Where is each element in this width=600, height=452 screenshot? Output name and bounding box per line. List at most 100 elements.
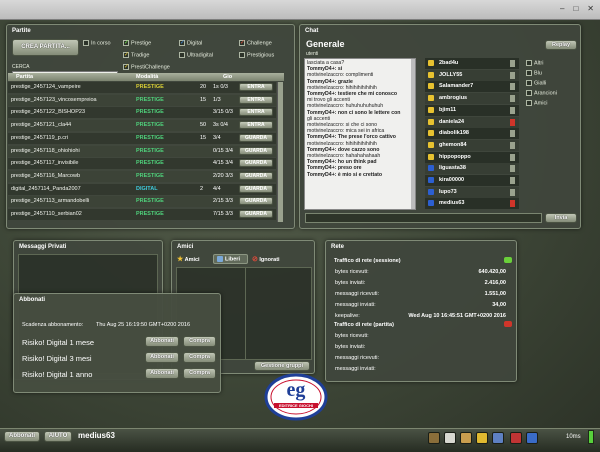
buy-button[interactable]: Compra — [183, 352, 216, 363]
user-name: Salamander7 — [439, 83, 474, 90]
dice-icon — [428, 153, 434, 160]
user-row[interactable]: hippopoppo — [425, 151, 519, 163]
dice-icon — [428, 130, 434, 137]
stat-label: messaggi inviati: — [335, 366, 376, 372]
table-row[interactable]: prestige_2457119_p.cri PRESTIGE 15 3/4 GUARD… — [8, 132, 276, 144]
user-row[interactable]: Salamander7 — [425, 81, 519, 93]
row-action-button[interactable]: ENTRA — [239, 83, 273, 91]
signal-bar — [588, 430, 594, 444]
filter-prestigious[interactable]: Prestigious — [239, 52, 274, 58]
user-filter-item[interactable]: Gialli — [526, 80, 546, 86]
replay-button[interactable]: Replay — [545, 40, 577, 50]
row-action-button[interactable]: GUARDA — [239, 171, 273, 180]
help-button[interactable]: AIUTO — [44, 431, 72, 442]
user-filter-item[interactable]: Altri — [526, 60, 543, 66]
checkbox-icon — [526, 80, 532, 86]
trophy-icon[interactable] — [476, 432, 488, 444]
user-row[interactable]: diabolik198 — [425, 128, 519, 140]
subscribe-button[interactable]: Abbonati — [145, 352, 179, 363]
row-action-button[interactable]: GUARDA — [239, 146, 273, 155]
table-row[interactable]: prestige_2457117_invisibile PRESTIGE 4/15 … — [8, 158, 276, 170]
tab-liberi[interactable]: Liberi — [213, 254, 248, 264]
create-game-button[interactable]: CREA PARTITA... — [12, 39, 79, 56]
buy-button[interactable]: Compra — [183, 368, 216, 379]
people-icon[interactable] — [460, 432, 472, 444]
close-icon[interactable]: ✕ — [587, 4, 594, 13]
tab-amici[interactable]: ★ Amici — [177, 255, 200, 265]
subscribe-button[interactable]: Abbonati — [145, 336, 179, 347]
table-row[interactable]: prestige_2457118_ohiohiohi PRESTIGE 0/15 3… — [8, 145, 276, 157]
world-map-icon[interactable] — [428, 432, 440, 444]
abbonati-button[interactable]: Abbonati — [4, 431, 40, 442]
settings-icon[interactable] — [526, 432, 538, 444]
filter-prestige[interactable]: ✓ Prestige — [123, 40, 151, 46]
game-name: prestige_2457123_vincosempreioa — [11, 96, 97, 103]
filter-challenge[interactable]: ✓ Challenge — [239, 40, 272, 46]
user-row[interactable]: kira00000 — [425, 175, 519, 186]
user-row[interactable]: JOLLY55 — [425, 69, 519, 81]
user-row[interactable]: medius63 — [425, 198, 519, 210]
dice-icon[interactable] — [444, 432, 456, 444]
filter-tradige[interactable]: ✓ Tradige — [123, 52, 149, 58]
tab-ignorati[interactable]: ⊘ Ignorati — [252, 255, 280, 265]
row-action-button[interactable]: GUARDA — [239, 210, 273, 218]
chat-scrollbar[interactable] — [411, 59, 415, 209]
buy-button[interactable]: Compra — [183, 336, 216, 347]
row-action-button[interactable]: GUARDA — [239, 159, 273, 168]
user-row[interactable]: daniela24 — [425, 116, 519, 128]
row-action-button[interactable]: GUARDA — [239, 184, 273, 193]
table-row[interactable]: prestige_2457113_armandobelli PRESTIGE 2/1… — [8, 196, 276, 208]
user-row[interactable]: ghemon84 — [425, 139, 519, 151]
user-row[interactable]: lupo73 — [425, 186, 519, 198]
filter-prestichallenge[interactable]: ✓ PrestiChallenge — [123, 64, 170, 70]
expiry-label: Scadenza abbonamento: — [22, 322, 84, 328]
user-filter-item[interactable]: Amici — [526, 100, 547, 106]
row-action-button[interactable]: ENTRA — [239, 121, 273, 130]
table-row[interactable]: prestige_2457110_serbian02 PRESTIGE 7/15 3… — [8, 209, 276, 220]
minimize-icon[interactable]: – — [560, 4, 564, 13]
editrice-giochi-logo: eg EDITRICE GIOCHI — [264, 373, 328, 421]
column-header-partita[interactable]: Partita — [16, 74, 33, 80]
user-row[interactable]: bjim11 — [425, 104, 519, 116]
maximize-icon[interactable]: □ — [573, 4, 578, 13]
row-action-button[interactable]: ENTRA — [239, 95, 273, 104]
user-row[interactable]: ambrogius — [425, 93, 519, 105]
game-mode: PRESTIGE — [136, 84, 164, 90]
user-status-icon — [510, 200, 515, 208]
column-header-modalita[interactable]: Modalità — [136, 74, 158, 80]
table-row[interactable]: prestige_2457124_vampeire PRESTIGE 20 1s 0/… — [8, 82, 276, 93]
user-filter-item[interactable]: Blu — [526, 70, 542, 76]
filter-label: Amici — [534, 100, 548, 107]
filter-digital[interactable]: ✓ Digital — [179, 40, 202, 46]
game-name: prestige_2457124_vampeire — [11, 84, 81, 90]
checkmark-icon: ✓ — [123, 52, 130, 58]
video-icon[interactable] — [510, 432, 522, 444]
game-mode: PRESTIGE — [136, 147, 164, 154]
row-action-button[interactable]: GUARDA — [239, 133, 273, 142]
game-mode: DIGITAL — [136, 185, 158, 192]
forum-icon[interactable] — [492, 432, 504, 444]
table-row[interactable]: prestige_2457122_BISHOP23 PRESTIGE 3/15 0/… — [8, 107, 276, 119]
dice-icon — [428, 177, 434, 183]
table-row[interactable]: prestige_2457121_cla44 PRESTIGE 50 3s 0/4 EN… — [8, 120, 276, 132]
table-row[interactable]: digital_2457114_Panda2007 DIGITAL 2 4/4 GUAR… — [8, 183, 276, 195]
subscribe-button[interactable]: Abbonati — [145, 368, 179, 379]
table-scrollbar[interactable] — [277, 82, 283, 222]
user-row[interactable]: 2bad4u — [425, 58, 519, 69]
table-row[interactable]: prestige_2457116_Marcowb PRESTIGE 2/20 3/3… — [8, 170, 276, 182]
filter-in-corso[interactable]: In corso — [83, 40, 111, 46]
row-action-button[interactable]: ENTRA — [239, 108, 273, 117]
user-list[interactable]: 2bad4u JOLLY55 Salamander7 ambrogius bjim11 d… — [425, 58, 519, 210]
column-header-gio[interactable]: Gio — [223, 74, 232, 80]
filter-ultradigital[interactable]: Ultradigital — [179, 52, 213, 58]
checkbox-icon — [179, 52, 185, 58]
user-filter-item[interactable]: Arancioni — [526, 90, 557, 96]
chat-message-input[interactable] — [305, 213, 542, 223]
manage-groups-button[interactable]: Gestione gruppi — [254, 361, 310, 371]
user-row[interactable]: liguasta38 — [425, 163, 519, 175]
table-row[interactable]: prestige_2457123_vincosempreioa PRESTIGE 1… — [8, 94, 276, 106]
checkmark-icon: ✓ — [239, 40, 246, 46]
row-action-button[interactable]: GUARDA — [239, 197, 273, 206]
chat-log[interactable]: lasciata a casa? TommyD4+: si motivinelzac… — [304, 58, 416, 210]
send-button[interactable]: Invia — [545, 213, 577, 223]
